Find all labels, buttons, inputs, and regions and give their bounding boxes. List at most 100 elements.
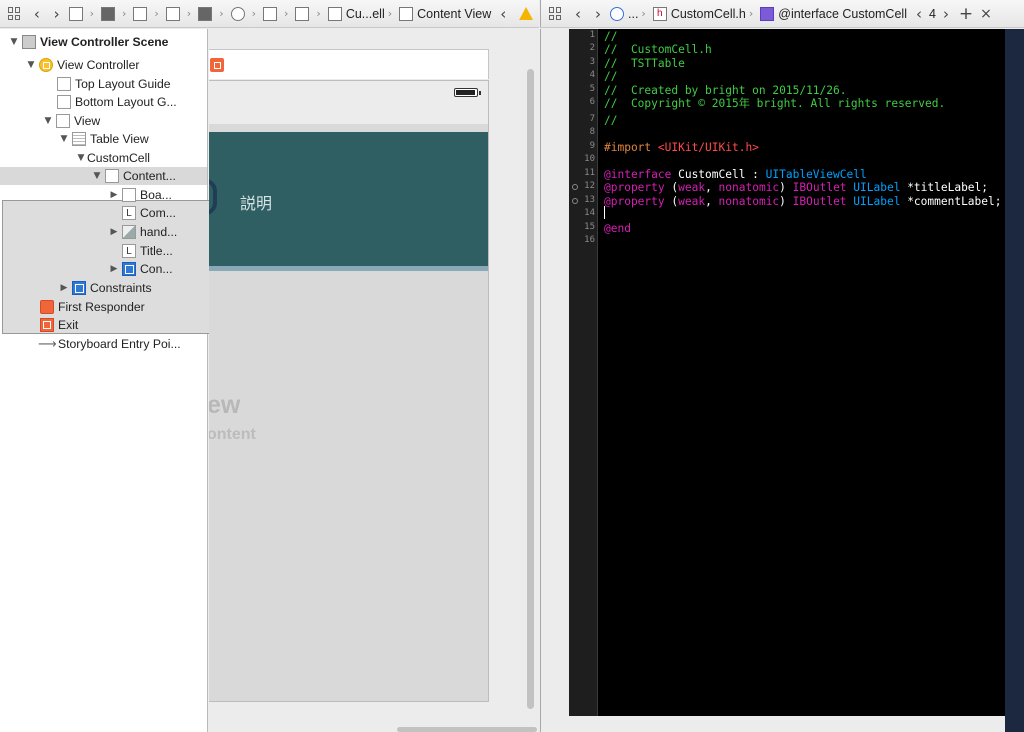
exit-icon[interactable] [210,58,224,72]
disclosure-open-icon[interactable]: ▼ [58,134,70,144]
comment-label[interactable]: 説明 [240,190,272,214]
outline-row-view[interactable]: ▼ View [0,112,207,130]
forward-arrow-icon[interactable]: › [47,5,67,23]
breadcrumb-header-file[interactable]: h CustomCell.h › [652,6,756,21]
issue-back-icon[interactable]: ‹ [493,5,513,23]
code-token-superclass: UITableViewCell [765,168,867,181]
back-arrow-icon[interactable]: ‹ [27,5,47,23]
breadcrumb-counterparts[interactable]: ... › [610,6,649,21]
view-controller-frame[interactable]: 説明 ew ontent [209,80,489,702]
line-number: 10 [584,154,595,164]
vertical-scrollbar[interactable] [527,69,534,709]
outline-label: View [74,114,101,128]
breadcrumb-interface-label: @interface CustomCell [778,6,907,21]
outlet-connection-icon[interactable] [572,184,578,190]
breadcrumb-custom-cell[interactable]: Cu...ell › [327,6,395,21]
related-items-icon[interactable] [549,7,562,20]
breadcrumb-view[interactable]: › [263,6,291,21]
counterpart-forward-icon[interactable]: › [936,5,956,23]
code-token-punct: ) [779,195,793,208]
document-outline: ▼ View Controller Scene ▼ View Controlle… [0,29,281,732]
project-icon [68,6,83,21]
code-token-type: UILabel [853,181,901,194]
counterpart-count: 4 [928,6,936,21]
image-view-icon [122,225,136,239]
add-editor-icon[interactable]: + [956,4,976,24]
code-token-punct: ( [664,195,679,208]
counterparts-icon [610,6,624,21]
outline-row-cell-constraints[interactable]: ▶ Con... [0,260,207,278]
right-jump-bar: ‹ › ... › h CustomCell.h › @interface Custo… [540,0,1024,28]
outline-label: Bottom Layout G... [75,95,177,109]
code-text-area[interactable]: // // CustomCell.h // TSTTable // // Cre… [598,29,1005,716]
breadcrumb-scene[interactable]: › [198,6,226,21]
counterpart-back-icon[interactable]: ‹ [909,5,929,23]
outline-row-scene[interactable]: ▼ View Controller Scene [0,33,207,51]
table-view-placeholder-subtitle: ontent [209,426,256,443]
outline-label: CustomCell [87,151,150,165]
outline-row-exit[interactable]: Exit [0,316,207,334]
line-number: 12 [584,181,595,191]
outline-label: hand... [140,225,178,239]
warning-icon[interactable] [519,7,533,20]
code-line-property-comment: @property (weak, nonatomic) IBOutlet UIL… [604,195,1002,208]
disclosure-open-icon[interactable]: ▼ [8,37,20,47]
line-number: 8 [589,127,595,137]
disclosure-closed-icon[interactable]: ▶ [108,227,120,237]
outline-row-title-label[interactable]: L Title... [0,242,207,260]
outline-row-comment-label[interactable]: L Com... [0,204,207,222]
battery-icon [454,88,481,97]
outline-row-board-view[interactable]: ▶ Boa... [0,186,207,204]
breadcrumb-storyboard[interactable]: › [133,6,161,21]
code-line-interface: @interface CustomCell : UITableViewCell [604,168,867,181]
table-view-placeholder-title: ew [209,391,241,419]
line-number: 5 [589,84,595,94]
code-line-comment: // [604,70,618,83]
breadcrumb-counterparts-label: ... [628,6,639,21]
outline-row-entry-point[interactable]: ⟶ Storyboard Entry Poi... [0,335,207,353]
breadcrumb-content-view[interactable]: Content View [399,6,491,21]
breadcrumb-table-view[interactable]: › [295,6,323,21]
breadcrumb-folder[interactable]: › [100,6,129,21]
disclosure-open-icon[interactable]: ▼ [75,153,87,163]
disclosure-closed-icon[interactable]: ▶ [108,264,120,274]
horizontal-scrollbar[interactable] [397,727,537,732]
outline-label: Content... [123,169,176,183]
disclosure-open-icon[interactable]: ▼ [25,60,37,70]
close-editor-icon[interactable]: × [976,6,996,22]
outline-row-view-controller[interactable]: ▼ View Controller [0,56,207,74]
code-token-punct: ( [664,181,679,194]
entry-arrow-icon: ⟶ [38,336,57,352]
disclosure-open-icon[interactable]: ▼ [42,116,54,126]
forward-arrow-icon[interactable]: › [588,5,608,23]
disclosure-open-icon[interactable]: ▼ [91,171,103,181]
outline-row-constraints[interactable]: ▶ Constraints [0,279,207,297]
disclosure-closed-icon[interactable]: ▶ [108,190,120,200]
outline-row-first-responder[interactable]: First Responder [0,298,207,316]
outline-label: Boa... [140,188,172,202]
line-number: 7 [589,114,595,124]
storyboard-canvas[interactable]: 説明 ew ontent [209,29,539,732]
outline-row-custom-cell[interactable]: ▼ CustomCell [0,149,281,334]
breadcrumb-storyboard-base[interactable]: › [165,6,194,21]
editor-side-region [1005,29,1024,732]
label-icon: L [122,206,136,220]
outline-row-content-view[interactable]: ▼ Content... [0,167,207,185]
outline-row-table-view[interactable]: ▼ Table View [0,130,207,148]
outline-row-image-view[interactable]: ▶ hand... [0,223,207,241]
breadcrumb-interface[interactable]: @interface CustomCell [760,6,907,21]
text-caret [604,206,605,219]
outline-scene-title: View Controller Scene [40,35,169,49]
left-jump-bar: ‹ › › › › › › › › › Cu...ell › Content Vi… [0,0,539,28]
outline-row-top-layout-guide[interactable]: Top Layout Guide [0,75,207,93]
breadcrumb-view-controller[interactable]: › [230,6,259,21]
back-arrow-icon[interactable]: ‹ [568,5,588,23]
table-view-icon [72,132,86,146]
outlet-connection-icon[interactable] [572,198,578,204]
disclosure-closed-icon[interactable]: ▶ [58,283,70,293]
breadcrumb-project[interactable]: › [68,6,97,21]
related-items-icon[interactable] [8,7,21,20]
custom-cell-preview[interactable]: 説明 [209,132,488,271]
outline-row-bottom-layout-guide[interactable]: Bottom Layout G... [0,93,207,111]
layout-guide-icon [57,77,71,91]
